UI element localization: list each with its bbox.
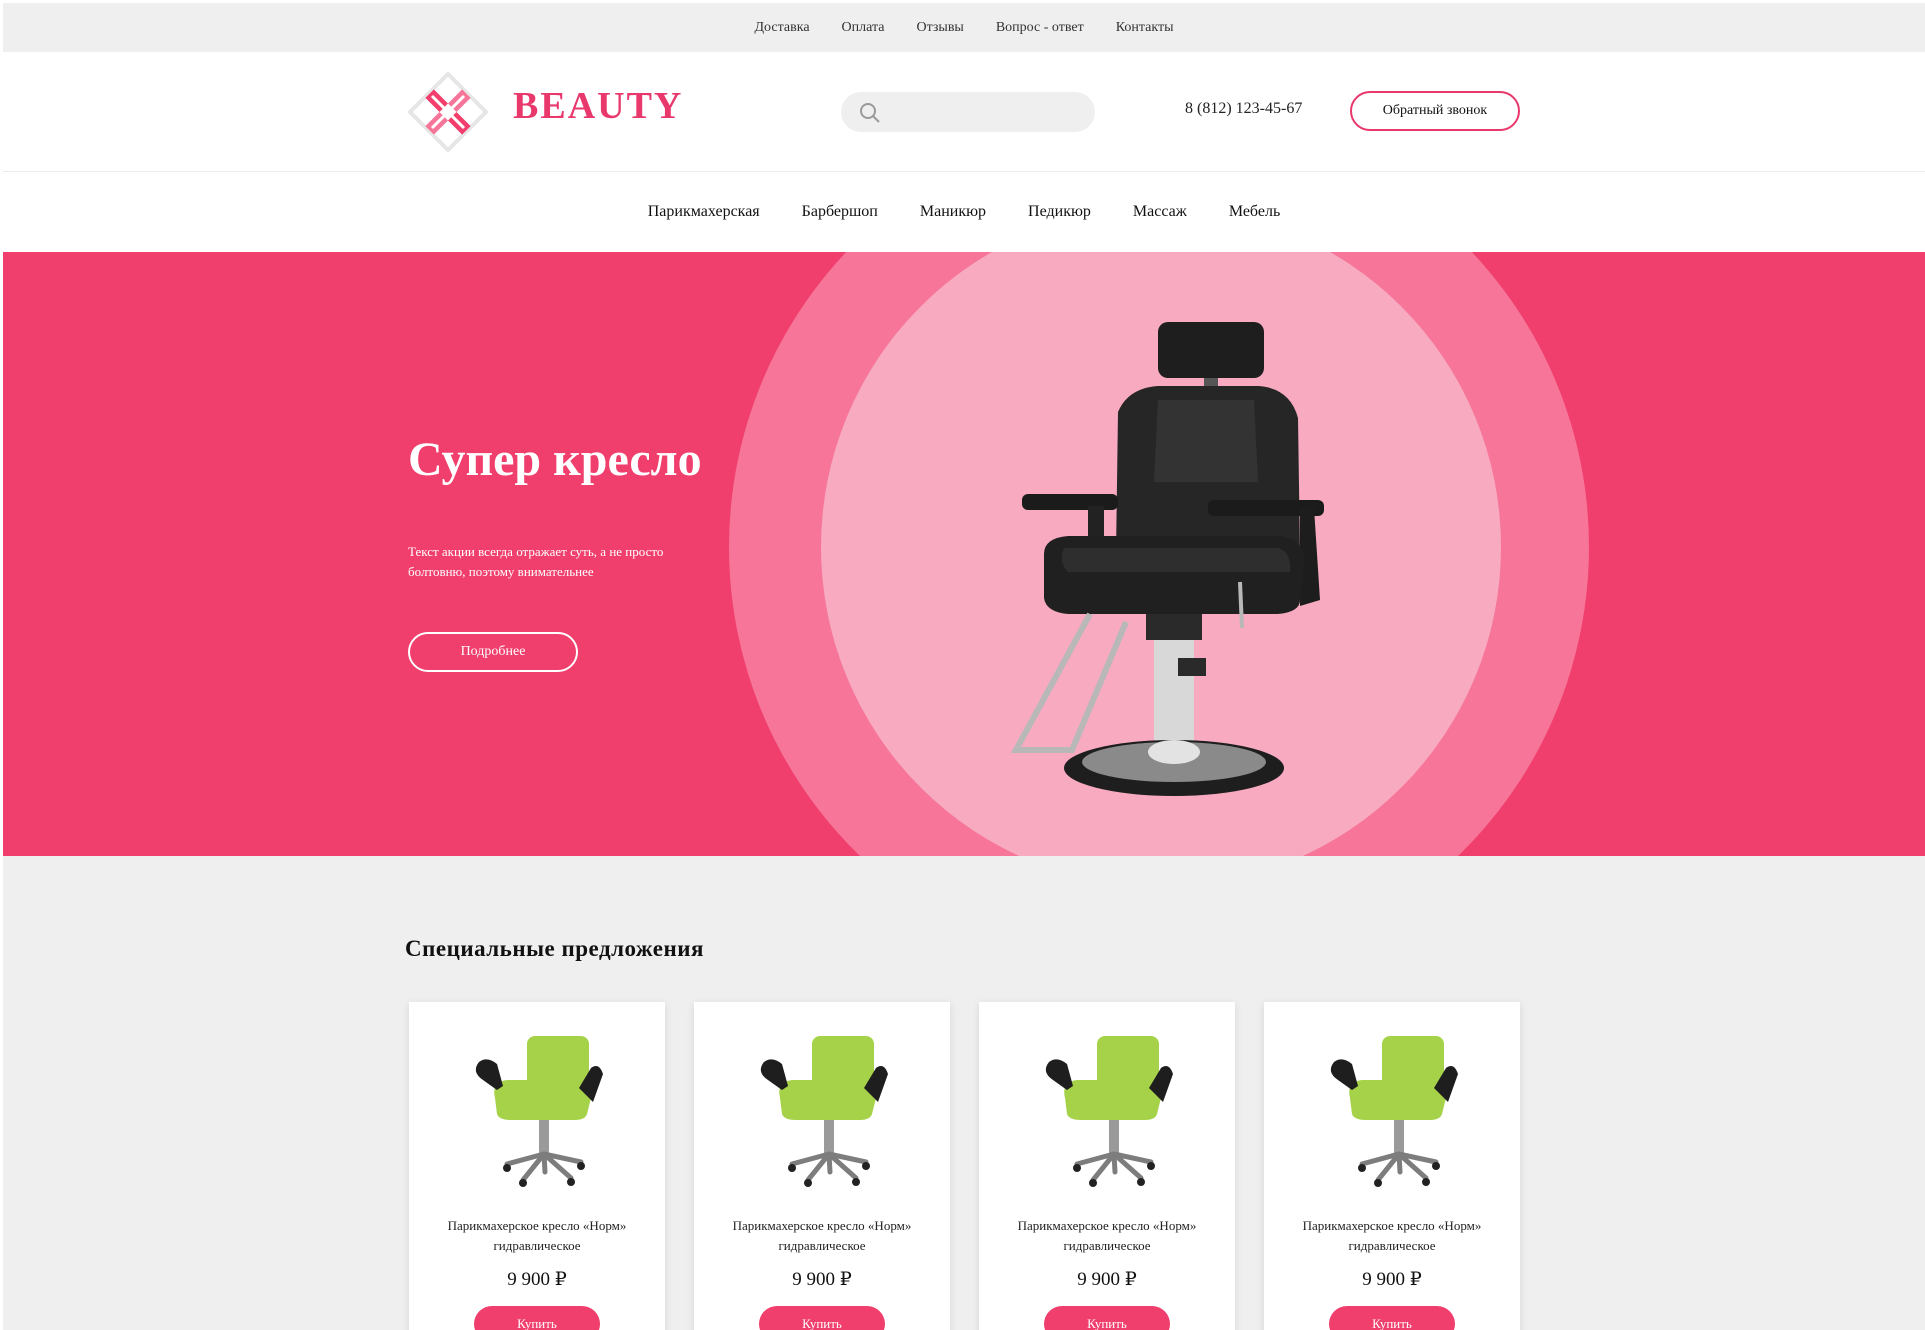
product-chair-image [1045, 1036, 1173, 1187]
hero-banner: Супер кресло Текст акции всегда отражает… [3, 252, 1925, 856]
buy-button[interactable]: Купить [1329, 1306, 1455, 1330]
product-chair-image [760, 1036, 888, 1187]
product-price: 9 900 ₽ [1362, 1269, 1422, 1290]
product-price: 9 900 ₽ [507, 1269, 567, 1290]
product-card[interactable]: Парикмахерское кресло «Норм» гидравличес… [979, 1002, 1235, 1330]
hero-more-button[interactable]: Подробнее [408, 632, 578, 672]
product-chair-image [1330, 1036, 1458, 1187]
buy-button[interactable]: Купить [759, 1306, 885, 1330]
nav-item-furniture[interactable]: Мебель [1229, 203, 1280, 221]
topnav-contacts-link[interactable]: Контакты [1116, 20, 1174, 36]
nav-item-manicure[interactable]: Маникюр [920, 203, 986, 221]
nav-item-hairdresser[interactable]: Парикмахерская [648, 203, 760, 221]
product-card[interactable]: Парикмахерское кресло «Норм» гидравличес… [694, 1002, 950, 1330]
special-offers-section: Специальные предложения Парикмахерское к… [3, 856, 1925, 1330]
topnav-delivery-link[interactable]: Доставка [755, 20, 810, 36]
buy-button[interactable]: Купить [1044, 1306, 1170, 1330]
section-title: Специальные предложения [405, 936, 704, 961]
top-nav: Доставка Оплата Отзывы Вопрос - ответ Ко… [3, 3, 1925, 52]
product-name[interactable]: Парикмахерское кресло «Норм» гидравличес… [989, 1216, 1225, 1256]
product-name[interactable]: Парикмахерское кресло «Норм» гидравличес… [419, 1216, 655, 1256]
logo[interactable]: BEAUTY [408, 72, 728, 152]
barber-chair-image [1010, 322, 1324, 796]
topnav-faq-link[interactable]: Вопрос - ответ [996, 20, 1084, 36]
product-chair-image [475, 1036, 603, 1187]
product-price: 9 900 ₽ [1077, 1269, 1137, 1290]
buy-button[interactable]: Купить [474, 1306, 600, 1330]
hero-title: Супер кресло [408, 433, 702, 486]
logo-text: BEAUTY [513, 85, 684, 127]
logo-diamond-icon [408, 72, 488, 152]
nav-item-pedicure[interactable]: Педикюр [1028, 203, 1091, 221]
search-icon[interactable] [859, 102, 881, 124]
main-nav: Парикмахерская Барбершоп Маникюр Педикюр… [3, 172, 1925, 252]
callback-button[interactable]: Обратный звонок [1350, 91, 1520, 131]
phone-number[interactable]: 8 (812) 123-45-67 [1185, 100, 1302, 118]
nav-item-barbershop[interactable]: Барбершоп [802, 203, 878, 221]
top-bar: Доставка Оплата Отзывы Вопрос - ответ Ко… [3, 3, 1925, 52]
product-name[interactable]: Парикмахерское кресло «Норм» гидравличес… [1274, 1216, 1510, 1256]
search-box [841, 92, 1095, 132]
header: BEAUTY 8 (812) 123-45-67 Обратный звонок [3, 52, 1925, 172]
product-card[interactable]: Парикмахерское кресло «Норм» гидравличес… [409, 1002, 665, 1330]
product-name[interactable]: Парикмахерское кресло «Норм» гидравличес… [704, 1216, 940, 1256]
hero-text: Текст акции всегда отражает суть, а не п… [408, 544, 664, 579]
product-price: 9 900 ₽ [792, 1269, 852, 1290]
topnav-reviews-link[interactable]: Отзывы [916, 20, 963, 36]
nav-item-massage[interactable]: Массаж [1133, 203, 1187, 221]
product-card[interactable]: Парикмахерское кресло «Норм» гидравличес… [1264, 1002, 1520, 1330]
search-input[interactable] [891, 92, 1081, 132]
topnav-payment-link[interactable]: Оплата [842, 20, 885, 36]
